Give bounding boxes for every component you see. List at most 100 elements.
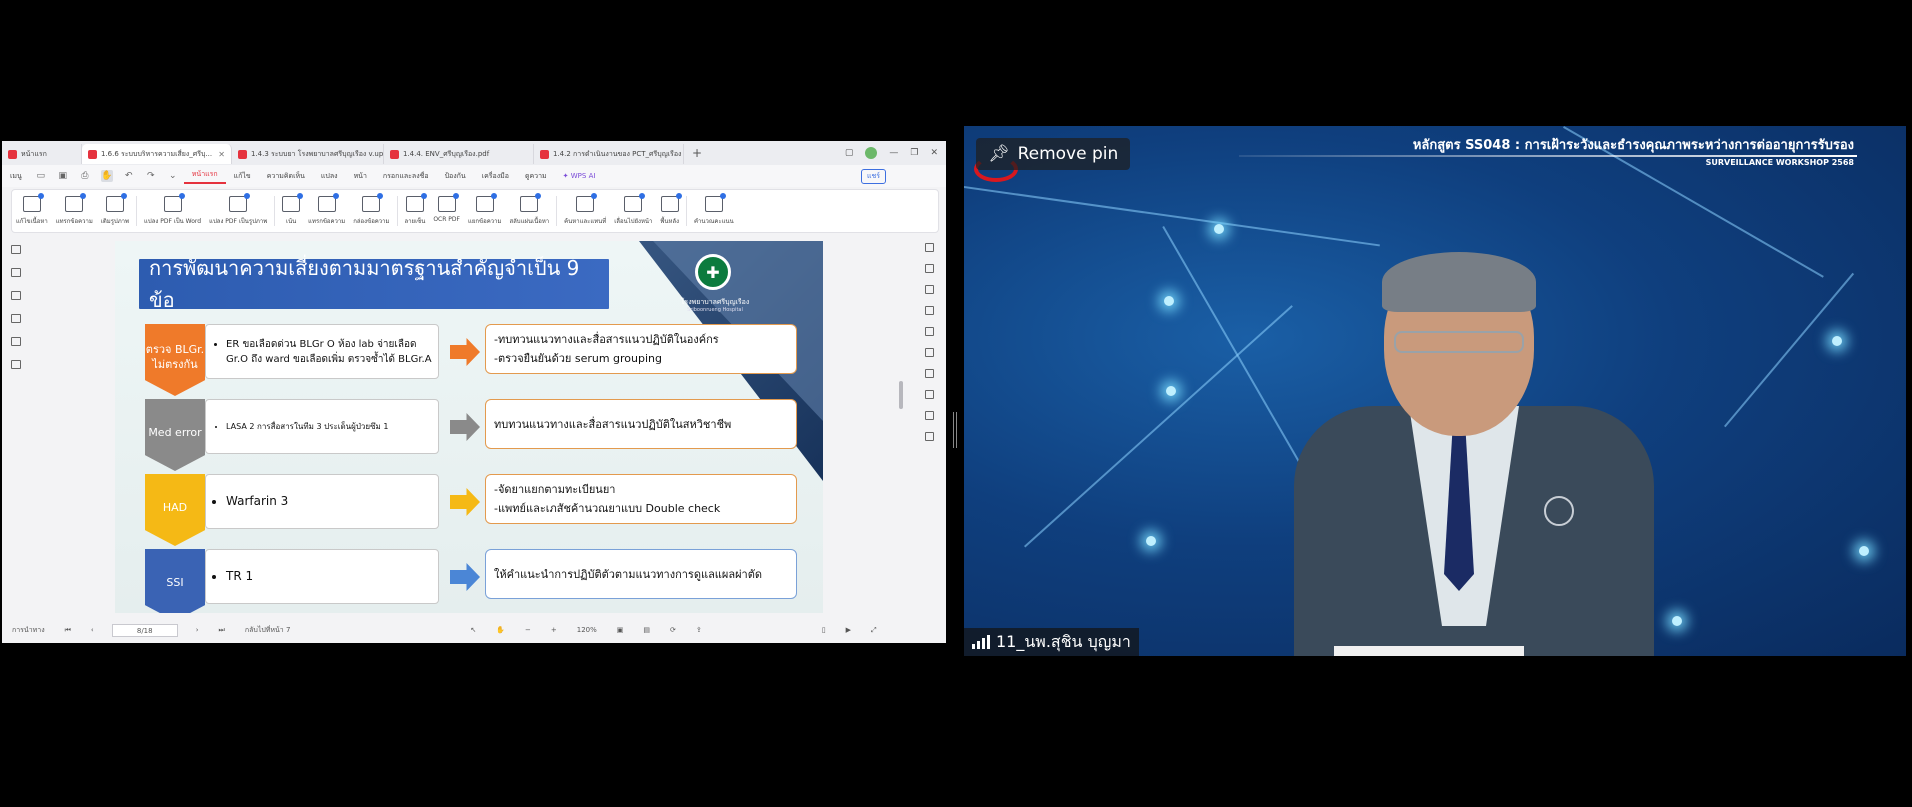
restore-icon[interactable]: ▢ [845,148,854,158]
hospital-name-en: Sriboonrueng Hospital [687,307,743,313]
more-icon[interactable] [924,432,934,441]
arrow-right-icon [450,338,480,366]
pdf-icon [390,149,399,159]
zoom-icon[interactable] [924,369,934,378]
ocr-button[interactable]: OCR PDF [433,193,460,223]
new-tab-icon[interactable]: + [684,146,710,160]
page-number-field[interactable]: 8/18 [111,623,178,637]
more-chevron-icon[interactable]: ⌄ [167,170,179,182]
help-icon[interactable] [924,390,934,399]
share-button[interactable]: แชร์ [860,168,886,184]
textbox-icon [317,193,339,212]
compress-icon[interactable] [924,348,934,357]
remove-pin-button[interactable]: 📌︎ Remove pin [976,138,1131,170]
layout-icon[interactable] [924,327,934,336]
attachment-icon[interactable] [11,314,21,323]
prev-page-icon[interactable]: ‹ [91,626,94,634]
bookmark-icon[interactable] [11,245,21,254]
book-icon[interactable] [924,411,934,420]
first-page-icon[interactable]: ⏮ [65,626,71,635]
menu-tools[interactable]: เครื่องมือ [474,171,517,182]
edit-content-button[interactable]: แก้ไขเนื้อหา [16,193,48,226]
background-glow [1166,386,1176,396]
rotate-icon[interactable]: ⟳ [670,626,676,634]
maximize-icon[interactable]: ❐ [910,148,918,158]
insert-text-button[interactable]: แทรกข้อความ [56,193,93,226]
menu-comment[interactable]: ความคิดเห็น [259,171,313,182]
zoom-in-icon[interactable]: + [551,626,557,634]
risk-detail: ER ขอเลือดด่วน BLGr O ห้อง lab จ่ายเลือด… [205,324,439,379]
page-tool-icon[interactable] [924,285,934,294]
save-icon[interactable]: ▣ [57,170,69,182]
thumbnail-icon[interactable] [11,268,21,277]
open-folder-icon[interactable]: ▭ [35,170,47,182]
menu-view[interactable]: ดูความ [517,171,555,182]
text-box-button[interactable]: กล่องข้อความ [353,193,390,226]
swap-pages-button[interactable]: สลับแผ่นเนื้อหา [509,193,549,226]
menu-wps-ai[interactable]: ✦ WPS AI [555,172,604,180]
goto-page-button[interactable]: เลื่อนไปยังหน้า [614,193,652,226]
menu-convert[interactable]: แปลง [313,171,346,182]
collapse-icon[interactable] [924,243,934,252]
close-window-icon[interactable]: ✕ [930,148,938,158]
annotate-icon[interactable] [924,264,934,273]
menu-protect[interactable]: ป้องกัน [437,171,474,182]
select-tool-icon[interactable]: ↖ [470,626,476,634]
signature-panel-icon[interactable] [11,337,21,346]
hand-tool-status-icon[interactable]: ✋ [496,626,505,634]
add-image-button[interactable]: เติมรูปภาพ [101,193,129,226]
fullscreen-icon[interactable]: ⤢ [871,626,877,635]
next-page-icon[interactable]: › [196,626,199,634]
calculate-score-button[interactable]: คำนวณคะแนน [694,193,734,226]
pen-icon[interactable] [924,306,934,315]
avatar[interactable] [865,147,878,159]
menu-fill-sign[interactable]: กรอกและลงชื่อ [375,171,437,182]
find-replace-button[interactable]: ค้นหาและแทนที่ [564,193,606,226]
vertical-scrollbar[interactable] [899,381,903,409]
reading-mode-icon[interactable]: ▯ [822,626,826,634]
extract-text-button[interactable]: แยกข้อความ [468,193,501,226]
tab-drug-system[interactable]: 1.4.3 ระบบยา โรงพยาบาลศรีบุญเรือง v.upd.… [232,144,384,164]
speaker-glasses [1394,331,1524,353]
menu-home[interactable]: หน้าแรก [183,169,226,184]
menu-bar: เมนู ▭ ▣ ⎙ ✋ ↶ ↷ ⌄ หน้าแรก แก้ไข ความคิด… [2,165,946,187]
last-page-icon[interactable]: ⏭ [219,626,225,635]
risk-tag: SSI [145,549,205,613]
layers-icon[interactable] [11,360,21,369]
zoom-level[interactable]: 120% [577,626,597,634]
insert-text-box-button[interactable]: แทรกข้อความ [308,193,345,226]
tab-env[interactable]: 1.4.4. ENV_ศรีบุญเรือง.pdf [384,144,534,164]
hand-tool-icon[interactable]: ✋ [100,170,113,182]
export-icon[interactable]: ⇪ [696,626,702,634]
close-icon[interactable]: ✕ [218,150,225,159]
zoom-out-icon[interactable]: − [525,626,531,634]
undo-icon[interactable]: ↶ [123,170,135,182]
menu-page[interactable]: หน้า [346,171,375,182]
menu-edit[interactable]: แก้ไข [226,171,259,182]
highlight-button[interactable]: เน้น [282,193,304,226]
pdf-to-image-button[interactable]: แปลง PDF เป็นรูปภาพ [209,193,267,226]
background-button[interactable]: พื้นหลัง [660,193,682,226]
pdf-to-word-button[interactable]: แปลง PDF เป็น Word [144,193,201,226]
print-icon[interactable]: ⎙ [79,170,91,182]
background-light-ray [1162,226,1314,487]
menu-main[interactable]: เมนู [2,171,30,182]
pdf-icon [540,149,549,159]
comment-icon[interactable] [11,291,21,300]
fit-page-icon[interactable]: ▣ [617,626,624,634]
redo-icon[interactable]: ↷ [145,170,157,182]
signature-button[interactable]: ลายเซ็น [405,193,427,226]
play-icon[interactable]: ▶ [846,626,851,634]
background-glow [1832,336,1842,346]
course-title: หลักสูตร SS048 : การเฝ้าระวังและธำรงคุณภ… [1412,138,1854,153]
tab-home[interactable]: หน้าแรก [2,144,82,164]
navigation-toggle[interactable]: การนำทาง [12,625,45,636]
status-bar: การนำทาง ⏮ ‹ 8/18 › ⏭ กลับไปที่หน้า 7 ↖ … [2,617,946,643]
pane-resize-handle[interactable] [953,412,957,448]
tab-risk-document[interactable]: 1.6.6 ระบบบริหารความเสี่ยง_ศรีบุ... ✕ [82,144,232,164]
layout-mode-icon[interactable]: ▤ [643,626,650,634]
risk-action: ทบทวนแนวทางและสื่อสารแนวปฏิบัติในสหวิชาช… [485,399,797,449]
return-page-link[interactable]: กลับไปที่หน้า 7 [245,625,291,636]
minimize-icon[interactable]: — [889,148,898,158]
tab-pct[interactable]: 1.4.2 การดำเนินงานของ PCT_ศรีบุญเรือง ..… [534,144,684,164]
